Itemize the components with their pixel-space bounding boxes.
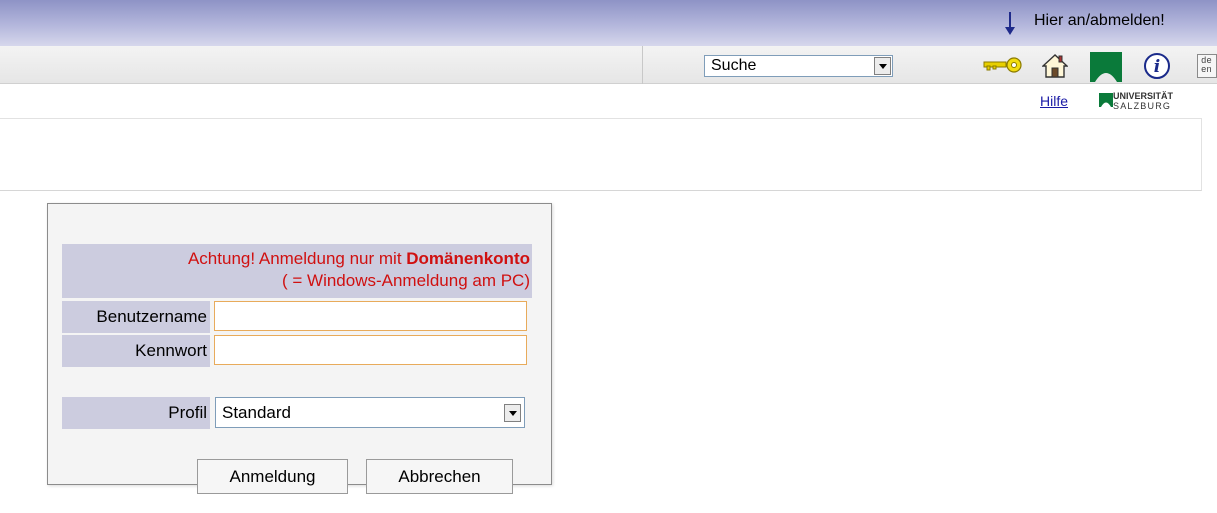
info-icon[interactable]: i	[1143, 52, 1171, 80]
arrow-down-icon	[1005, 12, 1015, 35]
university-logo-line1: UNIVERSITÄT	[1113, 91, 1174, 101]
password-field[interactable]	[214, 335, 527, 365]
key-icon[interactable]	[983, 57, 1025, 73]
profile-select[interactable]: Standard	[215, 397, 525, 428]
profile-select-value: Standard	[222, 403, 291, 422]
toolbar-divider	[642, 46, 643, 84]
chevron-down-icon[interactable]	[874, 57, 891, 75]
login-warning: Achtung! Anmeldung nur mit Domänenkonto …	[62, 244, 532, 298]
login-button[interactable]: Anmeldung	[197, 459, 348, 494]
university-logo[interactable]: UNIVERSITÄT SALZBURG	[1099, 91, 1199, 113]
toolbar: Suche i de en	[0, 46, 1217, 84]
warning-emphasis: Domänenkonto	[406, 249, 530, 268]
university-logo-mark-icon	[1099, 93, 1113, 107]
svg-text:i: i	[1154, 57, 1160, 77]
home-icon[interactable]	[1042, 53, 1068, 79]
university-tab-icon[interactable]	[1090, 52, 1122, 82]
warning-text: Achtung! Anmeldung nur mit	[187, 249, 407, 268]
password-label: Kennwort	[62, 335, 210, 367]
top-banner: Hier an/abmelden!	[0, 0, 1217, 46]
login-hint-text: Hier an/abmelden!	[1034, 12, 1165, 29]
header-content-band	[0, 118, 1202, 191]
username-field[interactable]	[214, 301, 527, 331]
cancel-button[interactable]: Abbrechen	[366, 459, 513, 494]
university-logo-line2: SALZBURG	[1113, 101, 1172, 111]
chevron-down-icon[interactable]	[504, 404, 521, 422]
profile-label: Profil	[62, 397, 210, 429]
search-select-value: Suche	[711, 57, 757, 74]
language-switch-icon[interactable]: de en	[1197, 54, 1217, 78]
help-link[interactable]: Hilfe	[1040, 93, 1068, 109]
warning-subtext: ( = Windows-Anmeldung am PC)	[281, 271, 530, 290]
username-label: Benutzername	[62, 301, 210, 333]
login-dialog: Achtung! Anmeldung nur mit Domänenkonto …	[47, 203, 552, 494]
search-select[interactable]: Suche	[704, 55, 893, 77]
